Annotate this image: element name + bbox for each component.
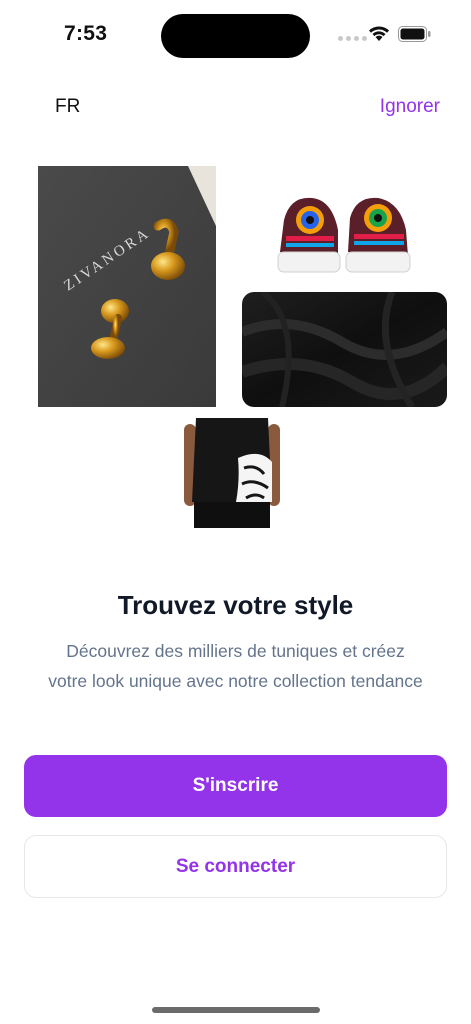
status-bar: 7:53 <box>0 0 471 64</box>
wifi-icon <box>369 26 389 41</box>
home-indicator <box>152 1007 320 1013</box>
black-fabric-image <box>242 292 447 407</box>
cellular-signal-icon <box>338 36 367 41</box>
signup-button[interactable]: S'inscrire <box>24 755 447 817</box>
battery-icon <box>398 26 431 42</box>
status-time: 7:53 <box>64 22 108 45</box>
sneakers-image <box>272 190 414 286</box>
skip-button[interactable]: Ignorer <box>380 96 440 118</box>
onboarding-subtitle: Découvrez des milliers de tuniques et cr… <box>20 636 451 696</box>
language-selector[interactable]: FR <box>55 96 80 118</box>
subtitle-line-2: votre look unique avec notre collection … <box>48 671 423 691</box>
dynamic-island <box>161 14 310 58</box>
subtitle-line-1: Découvrez des milliers de tuniques et cr… <box>66 641 405 661</box>
login-button[interactable]: Se connecter <box>24 835 447 898</box>
tunic-image <box>180 418 284 528</box>
cufflinks-image: ZIVANORA <box>38 166 216 407</box>
onboarding-title: Trouvez votre style <box>117 590 354 620</box>
